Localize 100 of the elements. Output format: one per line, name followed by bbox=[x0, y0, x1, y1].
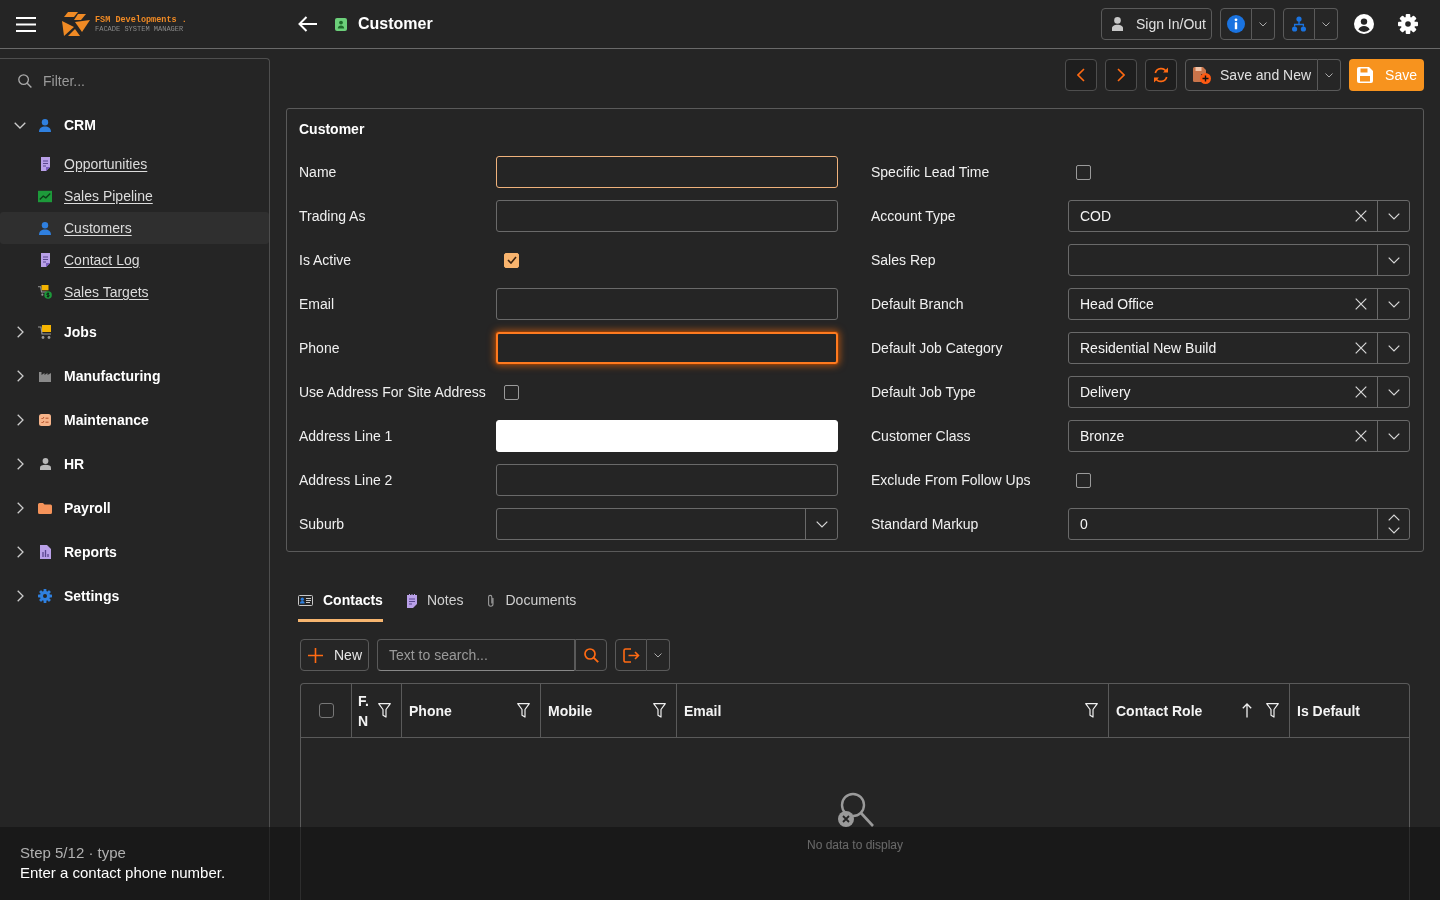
person-icon bbox=[39, 221, 51, 235]
column-header[interactable]: Contact Role bbox=[1108, 684, 1289, 737]
chevron-right-icon[interactable] bbox=[17, 326, 24, 338]
field-label: Phone bbox=[299, 340, 340, 356]
checkbox[interactable] bbox=[504, 252, 519, 268]
filter-icon[interactable] bbox=[517, 703, 530, 718]
text-field[interactable] bbox=[496, 288, 838, 320]
org-chart-button[interactable] bbox=[1283, 8, 1315, 40]
tab[interactable]: Contacts bbox=[298, 588, 383, 622]
nav-link[interactable]: Customers bbox=[0, 212, 269, 244]
report-icon bbox=[39, 545, 51, 559]
menu-icon[interactable] bbox=[16, 16, 36, 32]
chevron-down-icon[interactable] bbox=[14, 121, 26, 129]
user-circle-icon[interactable] bbox=[1354, 14, 1374, 34]
nav-group[interactable]: Payroll bbox=[38, 496, 115, 520]
previous-button[interactable] bbox=[1065, 59, 1097, 91]
filter-icon[interactable] bbox=[1085, 703, 1098, 718]
nav-group[interactable]: Manufacturing bbox=[38, 364, 165, 388]
sign-in-button[interactable]: Sign In/Out bbox=[1100, 8, 1212, 40]
nav-group[interactable]: Reports bbox=[38, 540, 121, 564]
export-button[interactable] bbox=[615, 639, 647, 671]
settings-icon[interactable] bbox=[1398, 14, 1418, 34]
nav-group[interactable]: HR bbox=[38, 452, 89, 476]
next-button[interactable] bbox=[1105, 59, 1137, 91]
page-title: Customer bbox=[358, 15, 433, 33]
caret-down-icon bbox=[1259, 21, 1267, 27]
filter-icon[interactable] bbox=[1266, 703, 1279, 718]
dropdown-field[interactable] bbox=[1068, 244, 1410, 276]
dropdown-field[interactable]: Delivery bbox=[1068, 376, 1410, 408]
nav-group[interactable]: CRM bbox=[38, 113, 100, 137]
field-label: Standard Markup bbox=[871, 516, 979, 532]
column-header[interactable]: Phone bbox=[401, 684, 540, 737]
tab[interactable]: Documents bbox=[487, 588, 577, 622]
column-header[interactable]: Mobile bbox=[540, 684, 676, 737]
logo-name: FSM Developments . bbox=[95, 14, 187, 25]
checkbox[interactable] bbox=[1076, 472, 1091, 488]
checkbox[interactable] bbox=[318, 703, 334, 718]
clear-icon[interactable] bbox=[1355, 342, 1367, 354]
checkbox[interactable] bbox=[504, 384, 519, 400]
filter-field[interactable]: Filter... bbox=[43, 69, 243, 93]
tab[interactable]: Notes bbox=[406, 588, 464, 622]
clear-icon[interactable] bbox=[1355, 210, 1367, 222]
sort-arrow-icon[interactable] bbox=[1242, 703, 1252, 718]
chevron-down-icon[interactable] bbox=[1387, 527, 1400, 534]
search-field[interactable]: Text to search... bbox=[377, 639, 575, 671]
chevron-down-icon bbox=[1387, 212, 1400, 220]
text-field[interactable] bbox=[496, 156, 838, 188]
new-button[interactable]: New bbox=[300, 639, 369, 671]
dropdown-field[interactable]: Head Office bbox=[1068, 288, 1410, 320]
text-field[interactable] bbox=[496, 332, 838, 364]
cart-icon bbox=[38, 325, 52, 339]
tutorial-step: Step 5/12 · type bbox=[20, 844, 126, 862]
plus-icon bbox=[308, 647, 323, 663]
search-icon bbox=[583, 647, 599, 663]
clear-icon[interactable] bbox=[1355, 386, 1367, 398]
refresh-button[interactable] bbox=[1145, 59, 1177, 91]
dropdown-field[interactable]: COD bbox=[1068, 200, 1410, 232]
check-icon bbox=[506, 256, 517, 264]
checkbox[interactable] bbox=[1076, 164, 1091, 180]
chevron-right-icon[interactable] bbox=[17, 414, 24, 426]
back-arrow-icon[interactable] bbox=[298, 16, 318, 32]
field-label: Address Line 2 bbox=[299, 472, 393, 488]
dropdown-field[interactable]: Residential New Build bbox=[1068, 332, 1410, 364]
chevron-down-icon bbox=[1387, 300, 1400, 308]
nav-link[interactable]: Sales Pipeline bbox=[0, 180, 269, 212]
field-label: Name bbox=[299, 164, 337, 180]
search-button[interactable] bbox=[575, 639, 607, 671]
nav-link[interactable]: Opportunities bbox=[0, 148, 269, 180]
column-header[interactable]: F. N bbox=[351, 684, 401, 737]
info-button[interactable] bbox=[1220, 8, 1252, 40]
export-icon bbox=[622, 647, 640, 663]
dropdown-field[interactable] bbox=[496, 508, 838, 540]
field-label: Specific Lead Time bbox=[871, 164, 990, 180]
person-badge-icon bbox=[335, 17, 347, 31]
filter-icon[interactable] bbox=[378, 703, 391, 718]
chevron-down-icon bbox=[815, 520, 828, 528]
filter-icon[interactable] bbox=[653, 703, 666, 718]
search-icon bbox=[18, 74, 32, 88]
chevron-up-icon[interactable] bbox=[1387, 514, 1400, 521]
clear-icon[interactable] bbox=[1355, 430, 1367, 442]
number-field[interactable]: 0 bbox=[1068, 508, 1410, 540]
text-field[interactable] bbox=[496, 464, 838, 496]
no-results-icon bbox=[835, 791, 875, 828]
column-header[interactable]: Email bbox=[676, 684, 1108, 737]
chevron-right-icon[interactable] bbox=[17, 370, 24, 382]
chevron-down-icon bbox=[1387, 256, 1400, 264]
chevron-right-icon[interactable] bbox=[17, 502, 24, 514]
nav-link[interactable]: Contact Log bbox=[0, 244, 269, 276]
nav-link[interactable]: Sales Targets bbox=[0, 276, 269, 308]
dropdown-field[interactable]: Bronze bbox=[1068, 420, 1410, 452]
nav-group[interactable]: Settings bbox=[38, 584, 124, 608]
column-header[interactable]: Is Default bbox=[1289, 684, 1409, 737]
nav-group[interactable]: Maintenance bbox=[38, 408, 153, 432]
text-field[interactable] bbox=[496, 200, 838, 232]
chevron-right-icon[interactable] bbox=[17, 458, 24, 470]
save-and-new-button[interactable]: Save and New bbox=[1185, 59, 1319, 91]
chevron-right-icon[interactable] bbox=[17, 590, 24, 602]
clear-icon[interactable] bbox=[1355, 298, 1367, 310]
chevron-right-icon[interactable] bbox=[17, 546, 24, 558]
nav-group[interactable]: Jobs bbox=[38, 320, 101, 344]
